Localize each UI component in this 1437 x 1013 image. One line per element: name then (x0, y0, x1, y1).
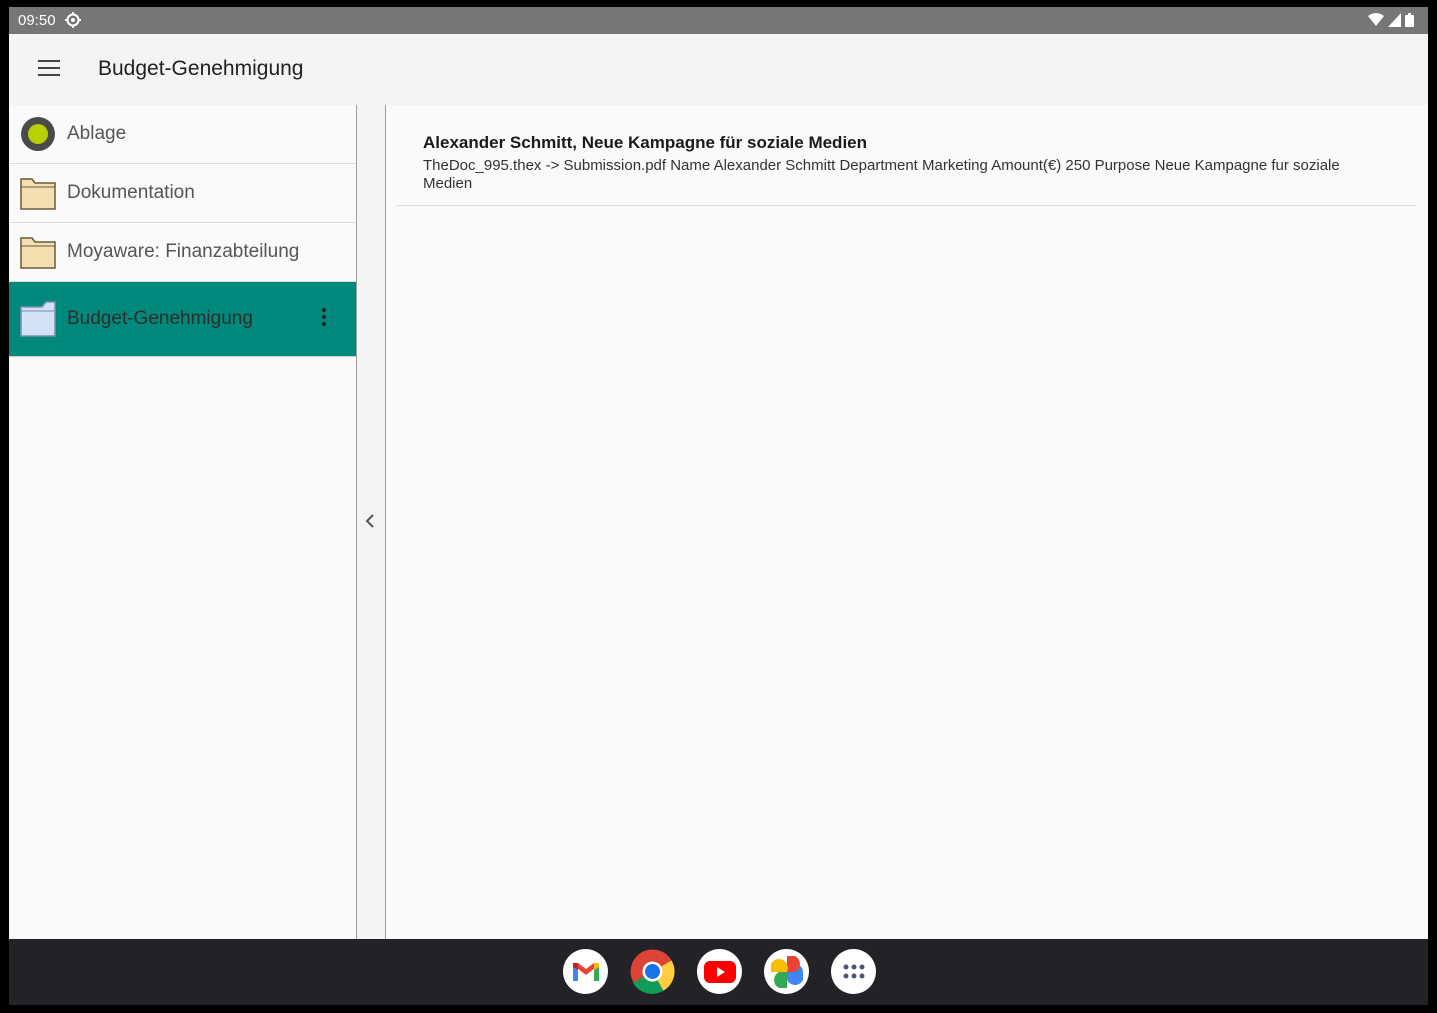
youtube-icon[interactable] (697, 949, 742, 994)
chrome-icon[interactable] (630, 949, 675, 994)
status-icons (1368, 13, 1414, 27)
chevron-left-icon (365, 514, 374, 528)
sidebar-item-moyaware-finanzabteilung[interactable]: Moyaware: Finanzabteilung (9, 223, 356, 282)
page-title: Budget-Genehmigung (98, 57, 304, 80)
folder-open-icon (20, 301, 56, 337)
battery-icon (1405, 13, 1414, 27)
sidebar-item-label: Budget-Genehmigung (67, 308, 253, 329)
sidebar: Ablage Dokumentation Moyaware: Finanzabt… (9, 105, 357, 939)
settings-gear-icon (65, 12, 81, 28)
dock-icons (563, 949, 876, 994)
gmail-icon[interactable] (563, 949, 608, 994)
hamburger-menu-icon[interactable] (36, 56, 62, 82)
wifi-icon (1368, 13, 1384, 26)
taskbar-dock (9, 939, 1428, 1005)
status-bar: 09:50 (9, 7, 1428, 34)
sidebar-item-dokumentation[interactable]: Dokumentation (9, 164, 356, 223)
app-bar: Budget-Genehmigung (9, 34, 1428, 105)
photos-icon[interactable] (764, 949, 809, 994)
ablage-circle-icon (21, 117, 55, 151)
collapse-sidebar-button[interactable] (357, 105, 386, 939)
folder-icon (20, 178, 56, 210)
sidebar-item-ablage[interactable]: Ablage (9, 105, 356, 164)
sidebar-item-budget-genehmigung[interactable]: Budget-Genehmigung (9, 282, 356, 357)
sidebar-item-label: Ablage (67, 123, 127, 144)
content-pane: Alexander Schmitt, Neue Kampagne für soz… (386, 105, 1428, 939)
status-time: 09:50 (18, 12, 56, 29)
result-title: Alexander Schmitt, Neue Kampagne für soz… (423, 133, 868, 152)
signal-icon (1388, 13, 1401, 27)
result-snippet: TheDoc_995.thex -> Submission.pdf Name A… (423, 157, 1340, 192)
device-screen: 09:50 Budget-Genehmigung Ablage Dokument… (9, 7, 1428, 1005)
app-drawer-icon[interactable] (831, 949, 876, 994)
more-options-icon[interactable] (322, 308, 328, 329)
sidebar-item-label: Moyaware: Finanzabteilung (67, 241, 300, 262)
sidebar-item-label: Dokumentation (67, 182, 195, 203)
folder-icon (20, 237, 56, 269)
list-item[interactable]: Alexander Schmitt, Neue Kampagne für soz… (397, 133, 1417, 206)
